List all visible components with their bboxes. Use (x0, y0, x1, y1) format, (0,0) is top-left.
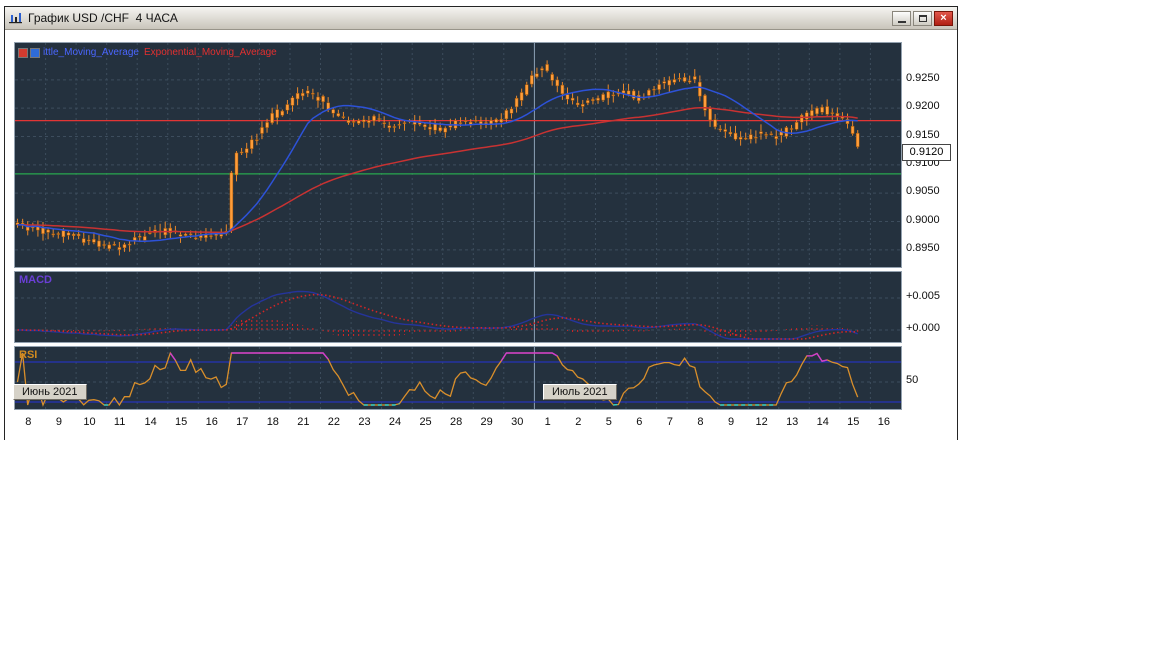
time-label: 14 (816, 416, 829, 428)
time-label: 24 (388, 416, 402, 428)
time-label: 15 (175, 416, 188, 428)
june-2021-badge: Июнь 2021 (13, 384, 87, 400)
macd-pane: MACD (14, 271, 902, 343)
rsi-canvas[interactable] (15, 347, 901, 409)
candlestick-chart-icon (8, 11, 24, 25)
time-label: 11 (113, 416, 126, 428)
close-button[interactable]: × (934, 10, 953, 26)
ema-color-chip[interactable] (30, 47, 40, 58)
price-label: 0.9150 (906, 128, 940, 141)
time-label: 10 (83, 416, 96, 428)
time-label: 8 (25, 416, 32, 428)
time-label: 23 (358, 416, 371, 428)
time-label: 12 (755, 416, 768, 428)
window-title: График USD /CHF 4 ЧАСА (28, 11, 178, 25)
macd-value-label: +0.005 (906, 290, 940, 302)
july-2021-badge: Июль 2021 (543, 384, 617, 400)
titlebar[interactable]: График USD /CHF 4 ЧАСА × (5, 7, 957, 30)
minimize-button[interactable] (892, 10, 911, 26)
macd-canvas[interactable] (15, 272, 901, 342)
time-label: 22 (327, 416, 341, 428)
time-label: 18 (266, 416, 279, 428)
rsi-pane: RSI (14, 346, 902, 410)
time-label: 17 (236, 416, 249, 428)
price-pane: ittle_Moving_Average Exponential_Moving_… (14, 42, 902, 268)
current-price-box: 0.9120 (902, 144, 951, 161)
time-label: 7 (666, 416, 673, 428)
chart-window: График USD /CHF 4 ЧАСА × ittle_Moving_Av… (4, 6, 958, 440)
time-label: 25 (419, 416, 432, 428)
time-label: 15 (847, 416, 860, 428)
time-label: 29 (480, 416, 493, 428)
time-label: 16 (205, 416, 218, 428)
rsi-level-label: 50 (906, 374, 919, 386)
price-label: 0.9050 (906, 185, 940, 198)
window-controls: × (892, 10, 953, 26)
time-label: 30 (511, 416, 524, 428)
price-label: 0.8950 (906, 241, 940, 254)
chart-client-area: ittle_Moving_Average Exponential_Moving_… (5, 30, 957, 440)
time-label: 9 (55, 416, 62, 428)
maximize-icon (918, 14, 927, 22)
ma-color-chip[interactable] (18, 47, 28, 58)
time-label: 8 (697, 416, 704, 428)
price-label: 0.9000 (906, 213, 940, 226)
time-label: 1 (544, 416, 551, 428)
time-label: 6 (636, 416, 643, 428)
time-label: 13 (786, 416, 799, 428)
minimize-icon (897, 20, 906, 23)
time-label: 28 (450, 416, 463, 428)
time-label: 9 (727, 416, 735, 428)
time-label: 5 (605, 416, 612, 428)
macd-value-label: +0.000 (906, 322, 940, 334)
time-label: 14 (144, 416, 157, 428)
rsi-label: RSI (19, 349, 38, 361)
ema-legend-label: Exponential_Moving_Average (144, 47, 277, 58)
ma-legend-label: ittle_Moving_Average (43, 47, 139, 58)
price-chart-canvas[interactable] (15, 43, 901, 267)
indicator-legend: ittle_Moving_Average Exponential_Moving_… (18, 47, 277, 58)
price-label: 0.9250 (906, 71, 940, 84)
time-label: 16 (877, 416, 890, 428)
price-label: 0.9200 (906, 100, 940, 113)
macd-label: MACD (19, 274, 52, 286)
time-label: 21 (297, 416, 310, 428)
maximize-button[interactable] (913, 10, 932, 26)
time-label: 2 (575, 416, 582, 428)
